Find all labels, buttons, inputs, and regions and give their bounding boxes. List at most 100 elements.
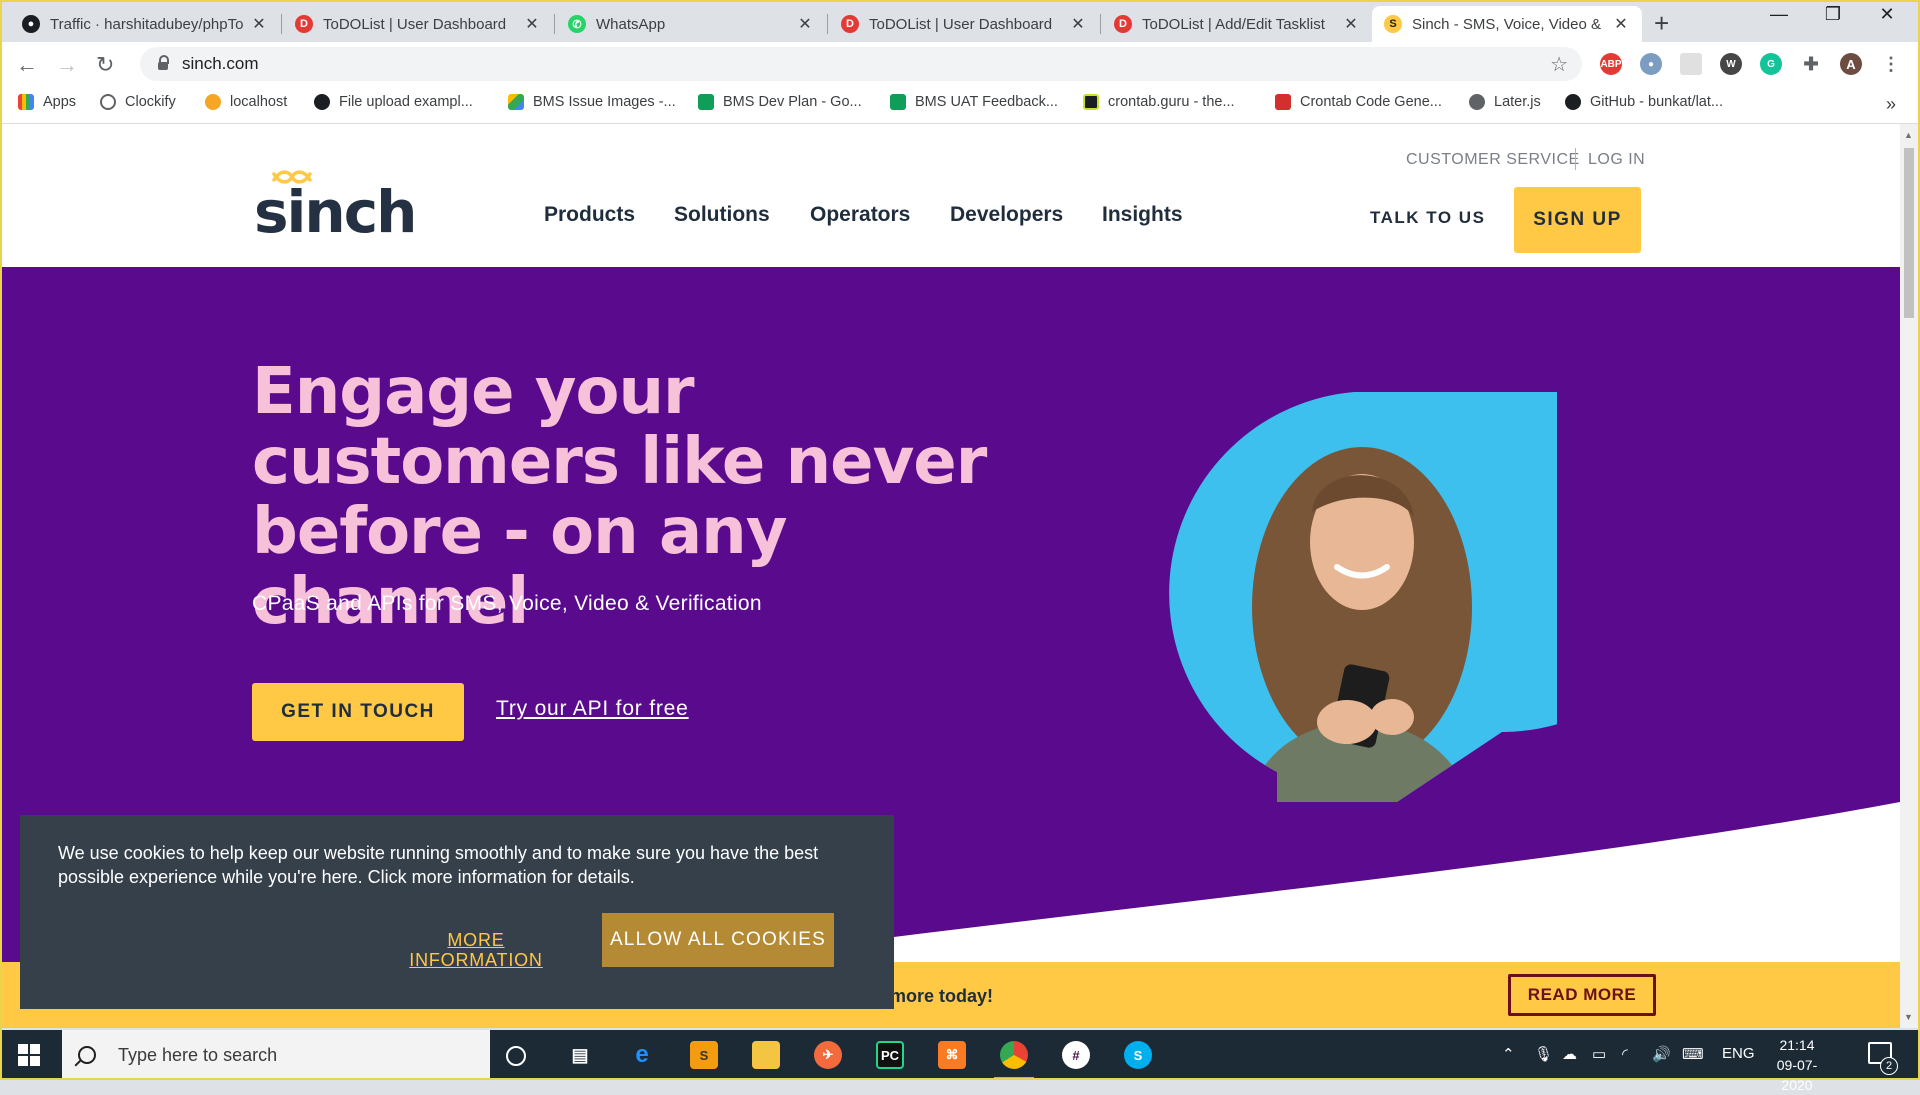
close-icon[interactable]: ✕ [1612,14,1630,34]
onedrive-icon[interactable]: ☁ [1562,1045,1577,1063]
bookmark-star-icon[interactable]: ☆ [1550,52,1568,77]
bookmark-file-upload[interactable]: File upload exampl... [314,94,473,110]
microphone-icon[interactable]: 🎙 [1534,1045,1553,1063]
chrome-icon[interactable] [1000,1041,1028,1069]
tab-todolist-edit[interactable]: D ToDOList | Add/Edit Tasklist ✕ [1102,6,1372,42]
allow-all-cookies-button[interactable]: ALLOW ALL COOKIES [602,913,834,967]
xampp-icon[interactable]: ⌘ [938,1041,966,1069]
bookmark-label: Later.js [1494,94,1541,110]
tab-whatsapp[interactable]: ✆ WhatsApp ✕ [556,6,826,42]
taskbar-search-box[interactable]: Type here to search [62,1030,490,1080]
extension-icon[interactable] [1680,53,1702,75]
nav-insights[interactable]: Insights [1102,203,1183,227]
adblock-icon[interactable]: ABP [1600,53,1622,75]
scroll-down-arrow-icon[interactable]: ▼ [1904,1012,1913,1022]
lock-icon [158,55,169,70]
bookmark-label: BMS Issue Images -... [533,94,676,110]
bookmark-clockify[interactable]: Clockify [100,94,176,110]
tab-todolist-dashboard[interactable]: D ToDOList | User Dashboard ✕ [283,6,553,42]
bookmark-bms-issue[interactable]: BMS Issue Images -... [508,94,676,110]
cortana-icon[interactable] [506,1046,526,1066]
clock-date: 09-07-2020 [1776,1057,1818,1093]
close-icon[interactable]: ✕ [796,14,814,34]
bookmark-bms-dev-plan[interactable]: BMS Dev Plan - Go... [698,94,862,110]
battery-icon[interactable]: ▭ [1592,1045,1606,1063]
scroll-thumb[interactable] [1904,148,1914,318]
postman-icon[interactable]: ✈ [814,1041,842,1069]
tab-strip: ● Traffic · harshitadubey/phpTo ✕ D ToDO… [0,0,1920,42]
new-tab-button[interactable]: + [1654,8,1669,39]
task-view-icon[interactable]: ▤ [566,1041,594,1069]
nav-operators[interactable]: Operators [810,203,910,227]
windows-start-icon[interactable] [18,1044,40,1066]
bookmark-crontab-code[interactable]: Crontab Code Gene... [1275,94,1442,110]
tab-sinch[interactable]: S Sinch - SMS, Voice, Video & ✕ [1372,6,1642,42]
reload-button[interactable]: ↻ [96,52,114,78]
bookmark-laterjs[interactable]: Later.js [1469,94,1541,110]
language-indicator[interactable]: ENG [1722,1045,1755,1062]
tab-todolist-dashboard-2[interactable]: D ToDOList | User Dashboard ✕ [829,6,1099,42]
tab-github-traffic[interactable]: ● Traffic · harshitadubey/phpTo ✕ [10,6,280,42]
nav-products[interactable]: Products [544,203,635,227]
notification-count-badge: 2 [1880,1057,1898,1075]
keyboard-icon[interactable]: ⌨ [1682,1045,1704,1063]
extension-icon[interactable]: ● [1640,53,1662,75]
customer-service-link[interactable]: CUSTOMER SERVICE [1406,151,1580,169]
bookmark-bms-uat[interactable]: BMS UAT Feedback... [890,94,1058,110]
close-icon[interactable]: ✕ [250,14,268,34]
bookmark-github-bunkat[interactable]: GitHub - bunkat/lat... [1565,94,1723,110]
login-link[interactable]: LOG IN [1588,151,1645,169]
profile-avatar[interactable]: A [1840,53,1862,75]
bookmarks-overflow-button[interactable]: » [1886,94,1896,115]
try-api-link[interactable]: Try our API for free [496,697,689,721]
nav-solutions[interactable]: Solutions [674,203,770,227]
back-button[interactable]: ← [16,52,38,78]
search-icon [78,1046,96,1064]
restore-button[interactable]: ❐ [1810,4,1856,25]
nav-developers[interactable]: Developers [950,203,1063,227]
skype-icon[interactable]: S [1124,1041,1152,1069]
github-icon [1565,94,1581,110]
sign-up-button[interactable]: SIGN UP [1514,187,1641,253]
search-placeholder: Type here to search [118,1044,278,1065]
taskbar-clock[interactable]: 21:14 09-07-2020 [1762,1035,1832,1095]
slack-icon[interactable]: # [1062,1041,1090,1069]
bookmark-localhost[interactable]: localhost [205,94,287,110]
github-icon [314,94,330,110]
promo-text: more today! [890,986,994,1006]
more-information-link[interactable]: MORE INFORMATION [396,930,556,970]
address-bar[interactable]: sinch.com ☆ [140,47,1582,81]
bookmark-label: BMS UAT Feedback... [915,94,1058,110]
sinch-logo[interactable]: sinch [254,178,417,246]
scroll-up-arrow-icon[interactable]: ▲ [1904,130,1913,140]
grammarly-icon[interactable]: G [1760,53,1782,75]
sublime-text-icon[interactable]: S [690,1041,718,1069]
tray-chevron-icon[interactable]: ⌃ [1502,1045,1515,1063]
close-icon[interactable]: ✕ [1069,14,1087,34]
wifi-icon[interactable]: ◜ [1622,1045,1628,1063]
menu-icon[interactable]: ⋮ [1880,53,1902,75]
get-in-touch-button[interactable]: GET IN TOUCH [252,683,464,741]
tab-title: WhatsApp [596,15,666,33]
page-scrollbar[interactable]: ▲ ▼ [1900,124,1918,1028]
close-icon[interactable]: ✕ [1342,14,1360,34]
edge-icon[interactable]: e [628,1041,656,1069]
bookmark-crontab-guru[interactable]: crontab.guru - the... [1083,94,1235,110]
hero-woman-phone-image [1169,392,1557,802]
read-more-button[interactable]: READ MORE [1508,974,1656,1016]
close-window-button[interactable]: ✕ [1864,4,1910,25]
file-explorer-icon[interactable] [752,1041,780,1069]
crontab-guru-icon [1083,94,1099,110]
close-icon[interactable]: ✕ [523,14,541,34]
wordpress-icon[interactable]: W [1720,53,1742,75]
minimize-button[interactable]: — [1756,4,1802,25]
volume-icon[interactable]: 🔊 [1652,1045,1671,1063]
github-icon: ● [22,15,40,33]
pycharm-icon[interactable]: PC [876,1041,904,1069]
bookmark-apps[interactable]: Apps [18,94,76,110]
extensions-puzzle-icon[interactable]: ✚ [1800,53,1822,75]
forward-button[interactable]: → [56,52,78,78]
tab-separator [827,14,828,34]
talk-to-us-link[interactable]: TALK TO US [1370,208,1485,228]
tab-title: ToDOList | User Dashboard [323,15,507,33]
